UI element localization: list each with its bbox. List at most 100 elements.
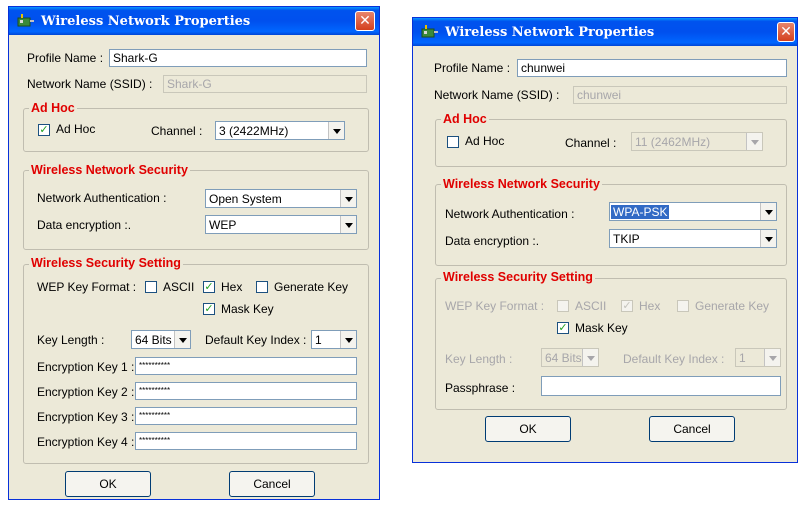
security-group	[23, 170, 369, 250]
channel-label: Channel :	[151, 124, 203, 138]
ssid-label: Network Name (SSID) :	[434, 88, 560, 102]
close-icon[interactable]: ✕	[355, 11, 375, 31]
close-icon[interactable]: ✕	[777, 22, 795, 42]
encryption-key-3-input[interactable]: **********	[135, 407, 357, 425]
profile-name-label: Profile Name :	[434, 61, 511, 75]
profile-name-label: Profile Name :	[27, 51, 104, 65]
mask-key-label: Mask Key	[221, 302, 274, 316]
encryption-key-1-label: Encryption Key 1 :	[37, 360, 135, 374]
chevron-down-icon[interactable]	[764, 349, 780, 366]
key-length-value: 64 Bits	[135, 333, 172, 347]
chevron-down-icon[interactable]	[340, 216, 356, 233]
data-encryption-label: Data encryption :.	[445, 234, 540, 248]
security-setting-legend: Wireless Security Setting	[441, 270, 595, 284]
key-length-label: Key Length :	[445, 352, 513, 366]
profile-name-input[interactable]: Shark-G	[109, 49, 367, 67]
security-legend: Wireless Network Security	[29, 163, 190, 177]
data-encryption-label: Data encryption :.	[37, 218, 132, 232]
dialog-2-titlebar[interactable]: Wireless Network Properties ✕	[413, 18, 797, 46]
dialog-title: Wireless Network Properties	[41, 14, 251, 29]
adhoc-checkbox[interactable]: ✓	[38, 124, 50, 136]
hex-label: Hex	[221, 280, 243, 294]
dialog-1-titlebar[interactable]: Wireless Network Properties ✕	[9, 7, 379, 35]
channel-select[interactable]: 3 (2422MHz)	[215, 121, 345, 140]
adhoc-checkbox[interactable]	[447, 136, 459, 148]
adhoc-legend: Ad Hoc	[441, 112, 489, 126]
chevron-down-icon[interactable]	[582, 349, 598, 366]
channel-select[interactable]: 11 (2462MHz)	[631, 132, 763, 151]
mask-key-checkbox[interactable]: ✓	[557, 322, 569, 334]
dialog-1-wireless-properties: Wireless Network Properties ✕ Profile Na…	[8, 6, 380, 500]
cancel-button[interactable]: Cancel	[649, 416, 735, 442]
encryption-key-1-input[interactable]: **********	[135, 357, 357, 375]
encryption-key-4-input[interactable]: **********	[135, 432, 357, 450]
ssid-label: Network Name (SSID) :	[27, 77, 153, 91]
default-key-index-value: 1	[739, 351, 746, 365]
network-adapter-icon	[17, 14, 34, 27]
data-encryption-select[interactable]: TKIP	[609, 229, 777, 248]
security-legend: Wireless Network Security	[441, 177, 602, 191]
hex-checkbox[interactable]: ✓	[621, 300, 633, 312]
key-length-select[interactable]: 64 Bits	[131, 330, 191, 349]
data-encryption-value: WEP	[209, 218, 237, 232]
default-key-index-value: 1	[315, 333, 322, 347]
generate-key-checkbox[interactable]	[677, 300, 689, 312]
chevron-down-icon[interactable]	[340, 331, 356, 348]
default-key-index-select[interactable]: 1	[735, 348, 781, 367]
encryption-key-2-input[interactable]: **********	[135, 382, 357, 400]
adhoc-checkbox-label: Ad Hoc	[465, 134, 505, 148]
data-encryption-value: TKIP	[613, 232, 640, 246]
default-key-index-select[interactable]: 1	[311, 330, 357, 349]
channel-value: 3 (2422MHz)	[219, 124, 289, 138]
key-length-select[interactable]: 64 Bits	[541, 348, 599, 367]
dialog-2-wireless-properties: Wireless Network Properties ✕ Profile Na…	[412, 17, 798, 463]
ok-button[interactable]: OK	[485, 416, 571, 442]
data-encryption-select[interactable]: WEP	[205, 215, 357, 234]
profile-name-input[interactable]: chunwei	[517, 59, 787, 77]
network-auth-select[interactable]: WPA-PSK	[609, 202, 777, 221]
wep-key-format-label: WEP Key Format :	[37, 280, 137, 294]
generate-key-checkbox[interactable]	[256, 281, 268, 293]
network-adapter-icon	[421, 25, 438, 38]
chevron-down-icon[interactable]	[328, 122, 344, 139]
chevron-down-icon[interactable]	[174, 331, 190, 348]
ok-button[interactable]: OK	[65, 471, 151, 497]
key-length-label: Key Length :	[37, 333, 105, 347]
network-auth-select[interactable]: Open System	[205, 189, 357, 208]
generate-key-label: Generate Key	[274, 280, 349, 294]
chevron-down-icon[interactable]	[760, 203, 776, 220]
wep-key-format-label: WEP Key Format :	[445, 299, 545, 313]
adhoc-legend: Ad Hoc	[29, 101, 77, 115]
dialog-title: Wireless Network Properties	[445, 25, 655, 40]
hex-label: Hex	[639, 299, 661, 313]
key-length-value: 64 Bits	[545, 351, 582, 365]
ascii-label: ASCII	[163, 280, 195, 294]
chevron-down-icon[interactable]	[760, 230, 776, 247]
channel-value: 11 (2462MHz)	[635, 135, 711, 149]
ascii-label: ASCII	[575, 299, 607, 313]
mask-key-checkbox[interactable]: ✓	[203, 303, 215, 315]
passphrase-input[interactable]	[541, 376, 781, 396]
adhoc-checkbox-label: Ad Hoc	[56, 122, 96, 136]
encryption-key-2-label: Encryption Key 2 :	[37, 385, 135, 399]
chevron-down-icon[interactable]	[746, 133, 762, 150]
encryption-key-4-label: Encryption Key 4 :	[37, 435, 135, 449]
network-auth-label: Network Authentication :	[37, 191, 167, 205]
network-auth-value: Open System	[209, 192, 282, 206]
security-group	[435, 184, 787, 266]
ssid-input[interactable]: Shark-G	[163, 75, 367, 93]
encryption-key-3-label: Encryption Key 3 :	[37, 410, 135, 424]
network-auth-value: WPA-PSK	[611, 205, 670, 219]
passphrase-label: Passphrase :	[445, 381, 516, 395]
security-setting-legend: Wireless Security Setting	[29, 256, 183, 270]
channel-label: Channel :	[565, 136, 617, 150]
ascii-checkbox[interactable]	[145, 281, 157, 293]
cancel-button[interactable]: Cancel	[229, 471, 315, 497]
mask-key-label: Mask Key	[575, 321, 628, 335]
ascii-checkbox[interactable]	[557, 300, 569, 312]
hex-checkbox[interactable]: ✓	[203, 281, 215, 293]
default-key-index-label: Default Key Index :	[623, 352, 725, 366]
ssid-input[interactable]: chunwei	[573, 86, 787, 104]
chevron-down-icon[interactable]	[340, 190, 356, 207]
generate-key-label: Generate Key	[695, 299, 770, 313]
